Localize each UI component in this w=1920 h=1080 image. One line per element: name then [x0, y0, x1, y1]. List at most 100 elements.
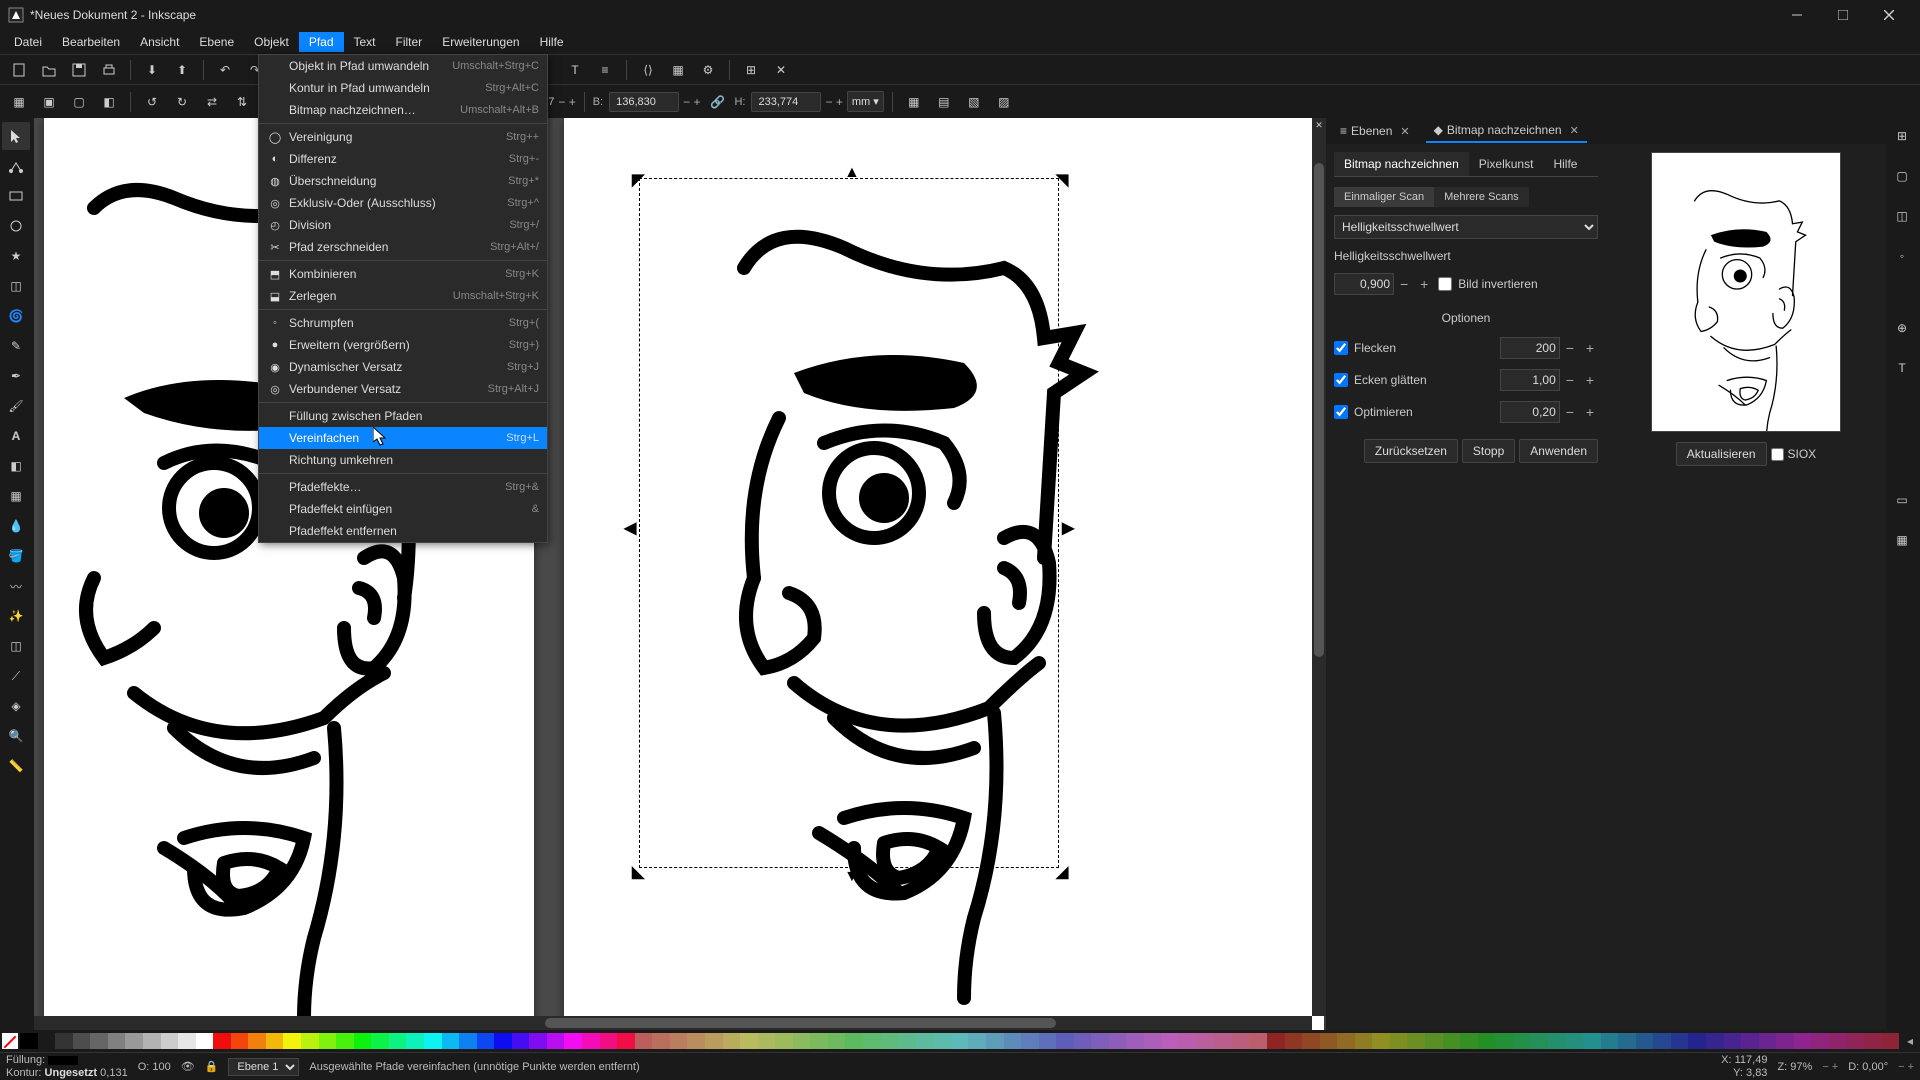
- export-button[interactable]: ⬆: [169, 57, 195, 83]
- height-input[interactable]: [751, 92, 821, 112]
- 3dbox-tool[interactable]: ◫: [2, 272, 30, 300]
- smooth-checkbox[interactable]: [1334, 373, 1348, 387]
- color-swatch[interactable]: [810, 1033, 828, 1049]
- color-swatch[interactable]: [512, 1033, 530, 1049]
- apply-button[interactable]: Anwenden: [1519, 439, 1598, 463]
- color-swatch[interactable]: [1759, 1033, 1777, 1049]
- color-swatch[interactable]: [161, 1033, 179, 1049]
- color-swatch[interactable]: [1829, 1033, 1847, 1049]
- snap-button[interactable]: ⊞: [738, 57, 764, 83]
- color-swatch[interactable]: [547, 1033, 565, 1049]
- speckles-spinner[interactable]: − +: [1566, 340, 1598, 356]
- print-button[interactable]: [96, 57, 122, 83]
- color-swatch[interactable]: [1618, 1033, 1636, 1049]
- undo-button[interactable]: ↶: [212, 57, 238, 83]
- xml-button[interactable]: ⟨⟩: [635, 57, 661, 83]
- color-swatch[interactable]: [1039, 1033, 1057, 1049]
- menu-ansicht[interactable]: Ansicht: [130, 32, 189, 52]
- color-swatch[interactable]: [723, 1033, 741, 1049]
- reset-button[interactable]: Zurücksetzen: [1364, 439, 1458, 463]
- text-tool-button[interactable]: T: [562, 57, 588, 83]
- color-swatch[interactable]: [1320, 1033, 1338, 1049]
- eraser-tool[interactable]: ◫: [2, 632, 30, 660]
- menu-item-verbundener-versatz[interactable]: ◎Verbundener VersatzStrg+Alt+J: [259, 378, 547, 400]
- menu-item-pfadeffekt-einf-gen[interactable]: Pfadeffekt einfügen&: [259, 498, 547, 520]
- selectors-button[interactable]: ▦: [665, 57, 691, 83]
- color-swatch[interactable]: [1109, 1033, 1127, 1049]
- tab-help[interactable]: Hilfe: [1543, 152, 1587, 176]
- menu-item-f-llung-zwischen-pfaden[interactable]: Füllung zwischen Pfaden: [259, 405, 547, 427]
- menu-item-pfad-zerschneiden[interactable]: ✂Pfad zerschneidenStrg+Alt+/: [259, 236, 547, 258]
- snap-grid-button[interactable]: ▦: [1888, 526, 1916, 554]
- menu-item-schrumpfen[interactable]: ◦SchrumpfenStrg+(: [259, 312, 547, 334]
- color-swatch[interactable]: [283, 1033, 301, 1049]
- color-swatch[interactable]: [1513, 1033, 1531, 1049]
- color-swatch[interactable]: [1056, 1033, 1074, 1049]
- minimize-button[interactable]: [1774, 0, 1820, 30]
- fill-swatch[interactable]: [48, 1056, 78, 1065]
- menu-item-kontur-in-pfad-umwandeln[interactable]: Kontur in Pfad umwandelnStrg+Alt+C: [259, 77, 547, 99]
- color-swatch[interactable]: [1601, 1033, 1619, 1049]
- color-swatch[interactable]: [845, 1033, 863, 1049]
- menu-pfad[interactable]: Pfad: [299, 32, 344, 52]
- color-swatch[interactable]: [1460, 1033, 1478, 1049]
- color-swatch[interactable]: [635, 1033, 653, 1049]
- color-swatch[interactable]: [336, 1033, 354, 1049]
- color-swatch[interactable]: [1478, 1033, 1496, 1049]
- menu-ebene[interactable]: Ebene: [189, 32, 244, 52]
- menu-objekt[interactable]: Objekt: [244, 32, 299, 52]
- color-swatch[interactable]: [1425, 1033, 1443, 1049]
- color-swatch[interactable]: [459, 1033, 477, 1049]
- snap-bbox-button[interactable]: ▢: [1888, 162, 1916, 190]
- menu-item-kombinieren[interactable]: ⬒KombinierenStrg+K: [259, 263, 547, 285]
- layer-select[interactable]: Ebene 1: [228, 1058, 299, 1076]
- color-swatch[interactable]: [371, 1033, 389, 1049]
- close-icon[interactable]: ✕: [1570, 124, 1579, 137]
- color-swatch[interactable]: [916, 1033, 934, 1049]
- color-swatch[interactable]: [986, 1033, 1004, 1049]
- handle-n[interactable]: ▲: [844, 164, 860, 182]
- color-swatch[interactable]: [424, 1033, 442, 1049]
- menu-item--berschneidung[interactable]: ◍ÜberschneidungStrg+*: [259, 170, 547, 192]
- color-swatch[interactable]: [1249, 1033, 1267, 1049]
- menu-item-exklusiv-oder-ausschluss-[interactable]: ◎Exklusiv-Oder (Ausschluss)Strg+^: [259, 192, 547, 214]
- handle-s[interactable]: ▼: [844, 868, 860, 886]
- color-swatch[interactable]: [705, 1033, 723, 1049]
- text-tool[interactable]: A: [2, 422, 30, 450]
- opacity-value[interactable]: 100: [152, 1061, 170, 1073]
- speckles-input[interactable]: [1500, 337, 1560, 359]
- speckles-checkbox[interactable]: [1334, 341, 1348, 355]
- color-swatch[interactable]: [38, 1033, 56, 1049]
- color-swatch[interactable]: [73, 1033, 91, 1049]
- color-swatch[interactable]: [231, 1033, 249, 1049]
- rect-tool[interactable]: [2, 182, 30, 210]
- color-swatch[interactable]: [740, 1033, 758, 1049]
- color-swatch[interactable]: [125, 1033, 143, 1049]
- color-swatch[interactable]: [1847, 1033, 1865, 1049]
- rotate-cw-button[interactable]: ↻: [169, 89, 195, 115]
- color-swatch[interactable]: [1566, 1033, 1584, 1049]
- color-swatch[interactable]: [529, 1033, 547, 1049]
- connector-tool[interactable]: ⟋: [2, 662, 30, 690]
- color-swatch[interactable]: [55, 1033, 73, 1049]
- color-swatch[interactable]: [1688, 1033, 1706, 1049]
- snap-centers-button[interactable]: ⊕: [1888, 314, 1916, 342]
- color-swatch[interactable]: [20, 1033, 38, 1049]
- color-swatch[interactable]: [1355, 1033, 1373, 1049]
- color-swatch[interactable]: [582, 1033, 600, 1049]
- color-swatch[interactable]: [1706, 1033, 1724, 1049]
- calligraphy-tool[interactable]: 🖌: [2, 392, 30, 420]
- color-swatch[interactable]: [1390, 1033, 1408, 1049]
- unit-select[interactable]: mm ▾: [847, 91, 884, 112]
- menu-item-pfadeffekt-entfernen[interactable]: Pfadeffekt entfernen: [259, 520, 547, 542]
- scrollbar-h[interactable]: [34, 1016, 1312, 1030]
- color-swatch[interactable]: [1214, 1033, 1232, 1049]
- color-swatch[interactable]: [1811, 1033, 1829, 1049]
- color-swatch[interactable]: [1443, 1033, 1461, 1049]
- width-input[interactable]: [609, 92, 679, 112]
- menu-item-vereinigung[interactable]: ◯VereinigungStrg++: [259, 126, 547, 148]
- color-swatch[interactable]: [1864, 1033, 1882, 1049]
- handle-se[interactable]: ◢: [1056, 862, 1068, 882]
- optimize-input[interactable]: [1500, 401, 1560, 423]
- color-swatch[interactable]: [1074, 1033, 1092, 1049]
